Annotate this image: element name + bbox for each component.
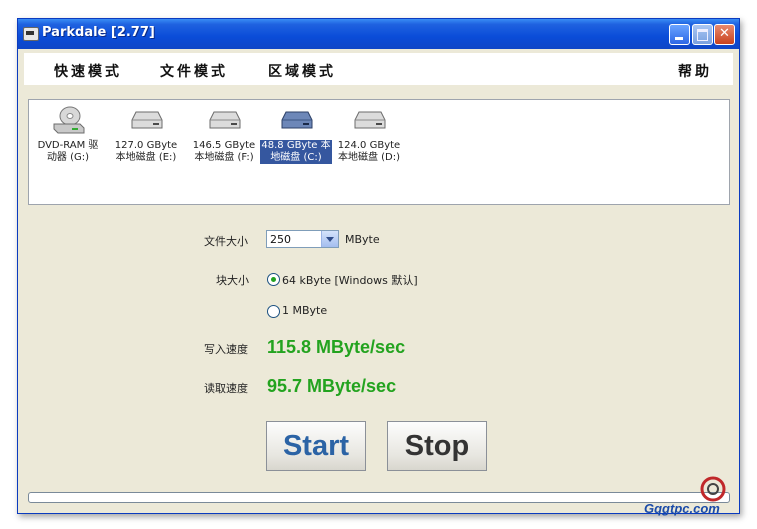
read-speed-label: 读取速度 [204, 382, 248, 395]
hard-disk-icon [281, 111, 313, 129]
block-size-option-1m[interactable]: 1 MByte [282, 304, 327, 317]
block-size-option-64k[interactable]: 64 kByte [Windows 默认] [282, 272, 418, 288]
hard-disk-icon [354, 111, 386, 129]
drive-label: 124.0 GByte 本地磁盘 (D:) [337, 140, 401, 163]
menu-help[interactable]: 帮助 [678, 61, 712, 81]
menu-bar: 快速模式 文件模式 区域模式 帮助 [24, 53, 733, 85]
hard-disk-icon [131, 111, 163, 129]
window-title: Parkdale [2.77] [42, 25, 155, 40]
file-size-select[interactable]: 250 [266, 230, 339, 248]
maximize-button[interactable] [692, 24, 713, 45]
optical-drive-icon [53, 106, 85, 134]
drive-item-d[interactable]: 124.0 GByte 本地磁盘 (D:) [331, 106, 407, 164]
drive-label: DVD-RAM 驱动器 (G:) [37, 140, 99, 163]
file-size-label: 文件大小 [204, 235, 248, 248]
chevron-down-icon[interactable] [321, 231, 338, 247]
watermark-text: Gqgtpc.com [644, 501, 720, 516]
hard-disk-icon [209, 111, 241, 129]
write-speed-value: 115.8 MByte/sec [267, 337, 406, 357]
read-speed-value: 95.7 MByte/sec [267, 376, 397, 396]
watermark-logo-icon [700, 476, 726, 502]
drive-label: 48.8 GByte 本地磁盘 (C:) [260, 140, 332, 164]
app-window: Parkdale [2.77] ✕ 快速模式 文件模式 区域模式 帮助 DVD-… [17, 18, 740, 514]
drive-item-c[interactable]: 48.8 GByte 本地磁盘 (C:) [258, 106, 334, 164]
minimize-button[interactable] [669, 24, 690, 45]
drive-item-f[interactable]: 146.5 GByte 本地磁盘 (F:) [186, 106, 262, 164]
write-speed-label: 写入速度 [204, 343, 248, 356]
close-icon: ✕ [719, 26, 730, 41]
progress-bar [28, 492, 730, 503]
menu-file-mode[interactable]: 文件模式 [160, 61, 228, 81]
block-size-radio-64k[interactable] [267, 273, 280, 286]
start-button[interactable]: Start [266, 421, 366, 471]
drive-label: 127.0 GByte 本地磁盘 (E:) [114, 140, 178, 163]
menu-region-mode[interactable]: 区域模式 [268, 61, 336, 81]
drive-list: DVD-RAM 驱动器 (G:) 127.0 GByte 本地磁盘 (E:) 14… [28, 99, 730, 205]
block-size-label: 块大小 [216, 274, 249, 287]
block-size-radio-1m[interactable] [267, 305, 280, 318]
drive-item-g[interactable]: DVD-RAM 驱动器 (G:) [30, 106, 106, 164]
drive-label: 146.5 GByte 本地磁盘 (F:) [192, 140, 256, 163]
close-button[interactable]: ✕ [714, 24, 735, 45]
menu-quick-mode[interactable]: 快速模式 [54, 61, 122, 81]
file-size-unit: MByte [345, 233, 380, 246]
stop-button[interactable]: Stop [387, 421, 487, 471]
title-bar[interactable]: Parkdale [2.77] ✕ [18, 19, 739, 49]
drive-item-e[interactable]: 127.0 GByte 本地磁盘 (E:) [108, 106, 184, 164]
file-size-value: 250 [270, 233, 291, 246]
app-icon [23, 27, 39, 41]
